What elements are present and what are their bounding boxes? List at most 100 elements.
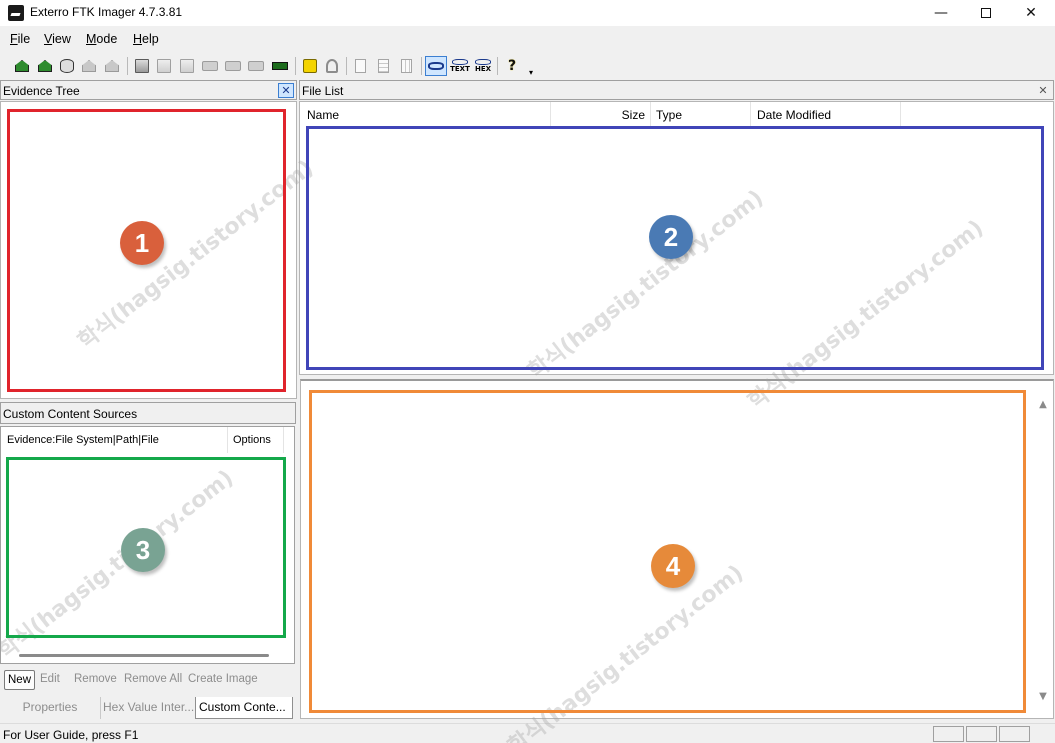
column-header-size[interactable]: Size [551,102,651,126]
menu-view[interactable]: View [44,32,71,46]
export-disk-image-icon [157,59,171,73]
add-all-evidence-button[interactable] [35,56,55,76]
file-list-close-button[interactable]: ✕ [1035,83,1051,98]
decrypt-icon [248,61,264,71]
minimize-button[interactable]: — [918,0,964,26]
add-all-evidence-icon [38,60,52,72]
chevron-down-icon: ▾ [528,67,533,77]
column-header-date-modified-label: Date Modified [757,108,832,122]
create-custom-content-button[interactable] [223,56,243,76]
image-mounting-icon [60,59,74,73]
custom-content-sources-header: Custom Content Sources [0,402,296,424]
add-to-custom-content-icon [202,61,218,71]
image-mounting-button[interactable] [57,56,77,76]
status-text: For User Guide, press F1 [3,728,139,742]
menu-help[interactable]: Help [133,32,159,46]
column-header-name-label: Name [307,108,340,122]
obtain-protected-files-button[interactable] [300,56,320,76]
export-directory-listing-button[interactable] [396,56,416,76]
custom-content-column-headers: Evidence:File System|Path|File Options [1,427,294,453]
custom-content-button-row: New Edit Remove Remove All Create Image [0,668,296,692]
remove-all-evidence-button[interactable] [102,56,122,76]
scroll-up-icon[interactable]: ▲ [1037,399,1049,411]
export-logical-image-button[interactable] [177,56,197,76]
toolbar-overflow-button[interactable]: ▾ [524,62,538,82]
minimize-icon: — [934,5,948,21]
evidence-tree-title: Evidence Tree [3,84,80,98]
toolbar-separator [497,57,498,75]
status-panel [933,726,964,742]
column-header-date-modified[interactable]: Date Modified [751,102,901,126]
export-logical-image-icon [180,59,194,73]
text-view-icon: TEXT [450,59,470,73]
remove-button[interactable]: Remove [71,670,120,690]
viewer-scrollbar[interactable]: ▲ ▼ [1033,381,1053,717]
toolbar-separator [421,57,422,75]
capture-memory-button[interactable] [270,56,290,76]
toolbar-separator [295,57,296,75]
auto-view-icon [428,62,444,70]
create-custom-content-icon [225,61,241,71]
detect-encryption-button[interactable] [322,56,342,76]
create-image-button[interactable]: Create Image [185,670,261,690]
hex-view-button[interactable]: HEX [472,56,494,76]
column-header-options[interactable]: Options [228,427,284,453]
add-evidence-button[interactable] [12,56,32,76]
obtain-protected-files-icon [303,59,317,73]
help-button[interactable]: ? [502,56,522,76]
close-icon: ✕ [1025,5,1037,21]
annotation-number-2: 2 [649,215,693,259]
annotation-number-3: 3 [121,528,165,572]
menu-bar: File View Mode Help [0,28,1055,50]
export-directory-listing-icon [400,59,412,73]
toolbar: TEXT HEX ? ▾ [0,54,1055,78]
tab-properties[interactable]: Properties [0,697,100,719]
tab-custom-content-sources[interactable]: Custom Conte... [195,697,293,719]
create-disk-image-icon [135,59,149,73]
export-files-icon [354,59,366,73]
file-list-column-headers: Name Size Type Date Modified [300,102,1053,126]
menu-file[interactable]: File [10,32,30,46]
column-header-name[interactable]: Name [300,102,551,126]
close-window-button[interactable]: ✕ [1008,0,1054,26]
close-icon: ✕ [281,84,291,97]
toolbar-separator [346,57,347,75]
bottom-tab-strip: Properties Hex Value Inter... Custom Con… [0,697,296,719]
evidence-tree-close-button[interactable]: ✕ [278,83,294,98]
scroll-down-icon[interactable]: ▼ [1037,691,1049,703]
auto-view-button[interactable] [425,56,447,76]
remove-all-evidence-icon [105,60,119,72]
title-bar: Exterro FTK Imager 4.7.3.81 — ✕ [0,0,1055,26]
menu-mode[interactable]: Mode [86,32,117,46]
hex-view-icon: HEX [475,59,491,73]
tab-hex-value-interpreter[interactable]: Hex Value Inter... [100,697,195,719]
evidence-tree-header: Evidence Tree ✕ [0,80,297,100]
maximize-button[interactable] [963,0,1009,26]
edit-button[interactable]: Edit [37,670,63,690]
add-evidence-icon [15,60,29,72]
export-hash-list-button[interactable] [373,56,393,76]
export-files-button[interactable] [350,56,370,76]
remove-evidence-icon [82,60,96,72]
column-header-evidence-path-label: Evidence:File System|Path|File [7,434,159,446]
horizontal-scrollbar[interactable] [19,654,269,657]
decrypt-button[interactable] [246,56,266,76]
custom-content-sources-title: Custom Content Sources [3,407,138,421]
column-header-evidence-path[interactable]: Evidence:File System|Path|File [1,427,228,453]
export-hash-list-icon [377,59,389,73]
remove-evidence-button[interactable] [79,56,99,76]
column-header-size-label: Size [621,108,645,122]
annotation-number-1: 1 [120,221,164,265]
export-disk-image-button[interactable] [154,56,174,76]
toolbar-separator [127,57,128,75]
app-icon[interactable] [8,5,24,21]
text-view-button[interactable]: TEXT [449,56,471,76]
file-list-header: File List ✕ [299,80,1054,100]
remove-all-button[interactable]: Remove All [121,670,185,690]
add-to-custom-content-button[interactable] [200,56,220,76]
create-disk-image-button[interactable] [132,56,152,76]
status-panel [966,726,997,742]
column-header-type[interactable]: Type [651,102,751,126]
new-button[interactable]: New [4,670,36,690]
window-title: Exterro FTK Imager 4.7.3.81 [30,5,183,19]
